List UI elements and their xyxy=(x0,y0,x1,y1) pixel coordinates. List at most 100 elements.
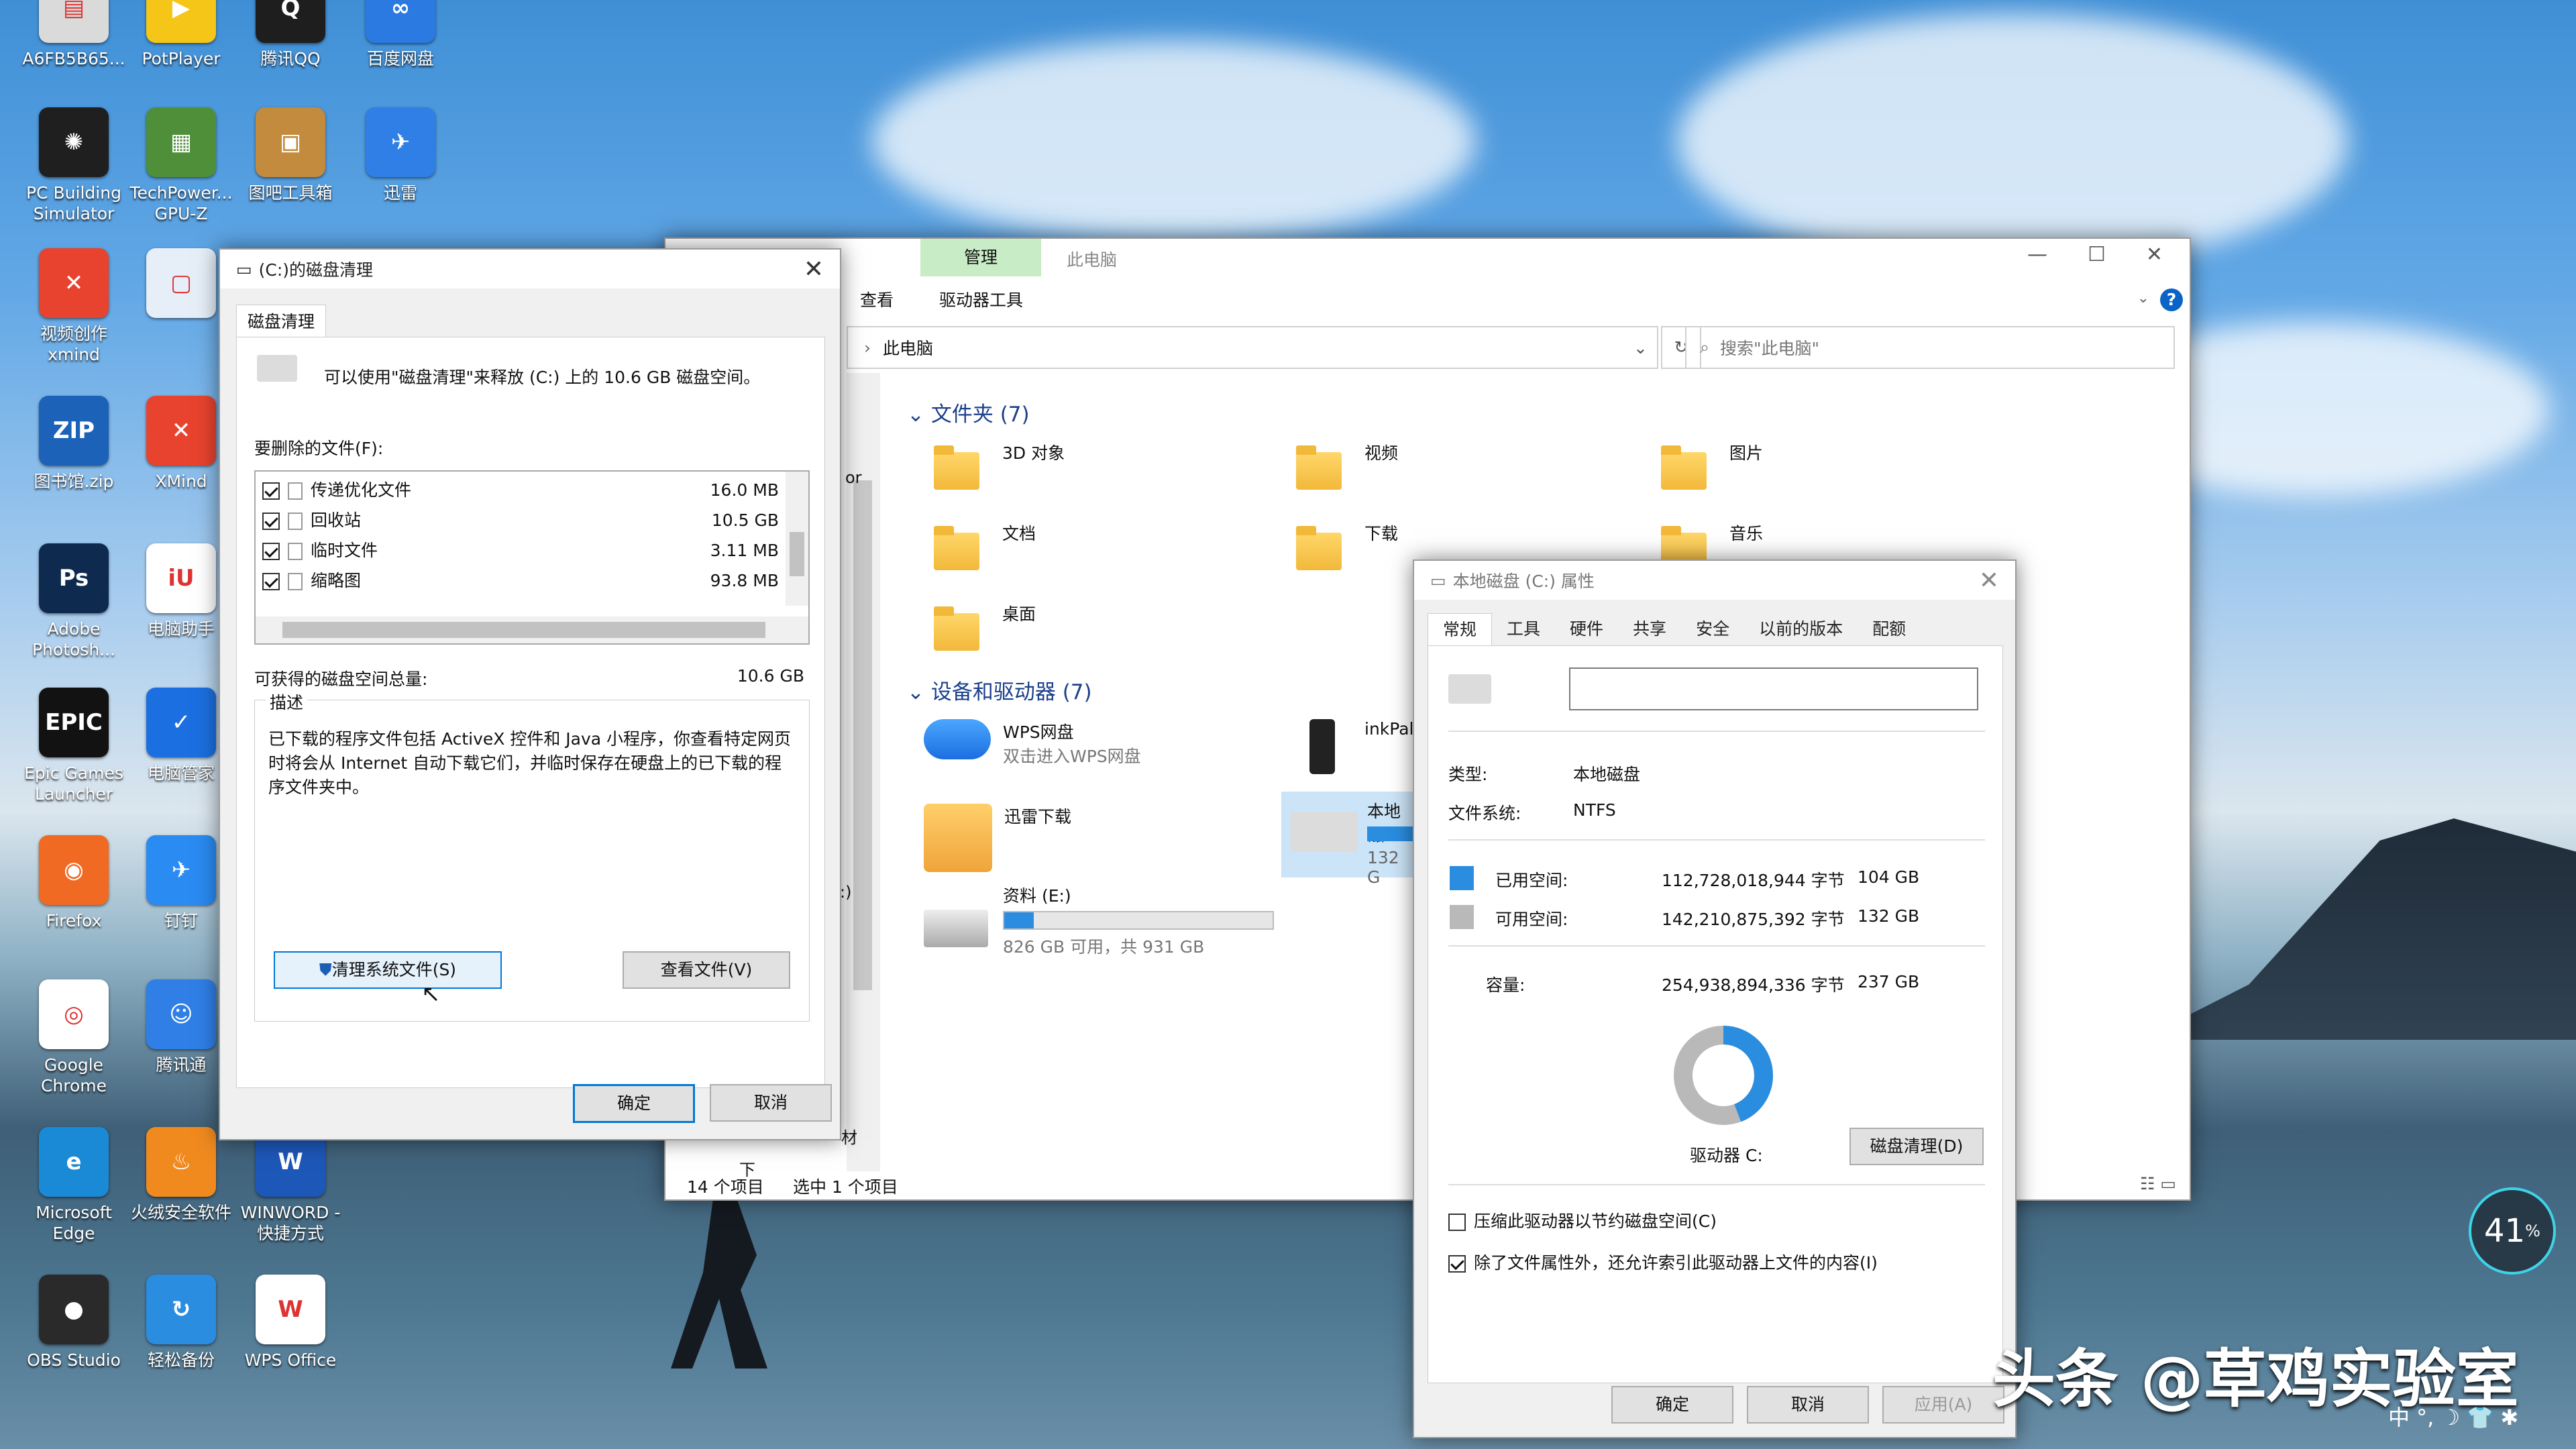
folders-header[interactable]: ⌄ 文件夹 (7) xyxy=(907,397,1030,427)
tab-properties[interactable]: 共享 xyxy=(1618,613,1681,645)
checkbox-icon[interactable] xyxy=(262,573,280,590)
desktop-icon[interactable]: ▶ PotPlayer xyxy=(127,0,235,69)
drive-e[interactable]: 资料 (E:) 826 GB 可用，共 931 GB xyxy=(924,883,1274,958)
disk-cleanup-dialog[interactable]: ▭ (C:)的磁盘清理 ✕ 磁盘清理 可以使用"磁盘清理"来释放 (C:) 上的 … xyxy=(219,248,841,1140)
compress-checkbox[interactable]: 压缩此驱动器以节约磁盘空间(C) xyxy=(1448,1208,1717,1232)
tab-properties[interactable]: 常规 xyxy=(1428,613,1493,645)
desktop-icon[interactable]: ◉ Firefox xyxy=(20,835,127,931)
dialog-titlebar[interactable]: ▭ 本地磁盘 (C:) 属性 xyxy=(1414,561,2015,600)
app-icon: EPIC xyxy=(39,688,109,757)
desktop-icon[interactable]: ↻ 轻松备份 xyxy=(127,1275,235,1371)
desktop-icon[interactable]: ● OBS Studio xyxy=(20,1275,127,1371)
disk-cleanup-button[interactable]: 磁盘清理(D) xyxy=(1849,1128,1984,1165)
desktop-icon[interactable]: Ps Adobe Photosh... xyxy=(20,543,127,660)
chevron-down-icon: ⌄ xyxy=(907,402,924,427)
search-box[interactable]: ⌕ 搜索"此电脑" xyxy=(1685,326,2175,369)
desktop-icon[interactable]: ✕ 视频创作 xmind xyxy=(20,248,127,365)
desktop-icon-label: 视频创作 xmind xyxy=(40,324,107,364)
drive-xunlei[interactable]: 迅雷下载 xyxy=(924,804,1071,872)
dialog-titlebar[interactable]: ▭ (C:)的磁盘清理 xyxy=(220,250,840,288)
tab-properties[interactable]: 配额 xyxy=(1858,613,1921,645)
minimize-icon[interactable]: — xyxy=(2027,243,2047,266)
checkbox-icon[interactable] xyxy=(262,482,280,500)
drive-inkpal[interactable]: inkPal xyxy=(1309,719,1414,774)
folder-item[interactable]: 下载 xyxy=(1296,521,1398,570)
view-files-button[interactable]: 查看文件(V) xyxy=(623,951,790,989)
desktop-icon-label: Google Chrome xyxy=(40,1055,107,1095)
desktop-icon[interactable]: ✺ PC Building Simulator xyxy=(20,107,127,224)
desktop-icon[interactable]: W WPS Office xyxy=(237,1275,344,1371)
tab-disk-cleanup[interactable]: 磁盘清理 xyxy=(236,305,327,338)
drive-free-text: 826 GB 可用，共 931 GB xyxy=(1003,937,1205,957)
help-icon[interactable]: ? xyxy=(2160,288,2183,311)
folder-item[interactable]: 桌面 xyxy=(934,601,1036,651)
desktop-icon[interactable]: W WINWORD - 快捷方式 xyxy=(237,1127,344,1244)
list-horizontal-scrollbar[interactable] xyxy=(256,616,808,643)
close-icon[interactable]: ✕ xyxy=(1975,566,2003,594)
ribbon-tab-manage[interactable]: 管理 xyxy=(920,239,1041,276)
cancel-button[interactable]: 取消 xyxy=(710,1084,832,1122)
list-scrollbar[interactable] xyxy=(786,472,808,606)
drive-wps[interactable]: WPS网盘 双击进入WPS网盘 xyxy=(924,719,1141,767)
performance-gauge[interactable]: 41% xyxy=(2469,1187,2556,1275)
maximize-icon[interactable]: ☐ xyxy=(2088,243,2106,266)
app-icon: ☺ xyxy=(146,979,216,1049)
desktop-icon[interactable]: ▣ 图吧工具箱 xyxy=(237,107,344,203)
tab-properties[interactable]: 硬件 xyxy=(1555,613,1618,645)
desktop-icon[interactable]: ▤ A6FB5B65... xyxy=(20,0,127,69)
desktop-icon-label: 腾讯QQ xyxy=(260,49,321,68)
ribbon-tab-drive-tools[interactable]: 驱动器工具 xyxy=(939,287,1023,311)
drive-local-c-selected[interactable]: 本地磁 132 G xyxy=(1281,792,1415,887)
file-row[interactable]: 回收站 10.5 GB xyxy=(262,506,779,535)
description-label: 描述 xyxy=(266,690,308,714)
index-checkbox[interactable]: 除了文件属性外，还允许索引此驱动器上文件的内容(I) xyxy=(1448,1250,1878,1274)
desktop-icon[interactable]: ✈ 迅雷 xyxy=(347,107,454,203)
system-tray[interactable]: 中 °, ☽ 👕 ✱ xyxy=(2388,1401,2518,1432)
address-bar[interactable]: › 此电脑 ⌄ xyxy=(847,326,1658,369)
search-icon: ⌕ xyxy=(1700,337,1710,357)
apply-button[interactable]: 应用(A) xyxy=(1882,1386,2004,1424)
folder-item[interactable]: 3D 对象 xyxy=(934,440,1065,490)
desktop-icon-label: TechPower... GPU-Z xyxy=(129,183,233,223)
file-row[interactable]: 临时文件 3.11 MB xyxy=(262,536,779,566)
ok-button[interactable]: 确定 xyxy=(1611,1386,1733,1424)
desktop-icon[interactable]: ∞ 百度网盘 xyxy=(347,0,454,69)
ok-button[interactable]: 确定 xyxy=(573,1084,695,1123)
chevron-down-icon[interactable]: ⌄ xyxy=(2137,290,2149,307)
close-icon[interactable]: ✕ xyxy=(800,255,828,283)
desktop-icon[interactable]: ♨ 火绒安全软件 xyxy=(127,1127,235,1223)
view-toggle-icon[interactable]: ☷ ▭ xyxy=(2140,1174,2176,1193)
desktop-icon[interactable]: Q 腾讯QQ xyxy=(237,0,344,69)
desktop-icon[interactable]: EPIC Epic Games Launcher xyxy=(20,688,127,804)
devices-header[interactable]: ⌄ 设备和驱动器 (7) xyxy=(907,675,1092,705)
drive-name-input[interactable] xyxy=(1569,667,1978,710)
folder-item[interactable]: 文档 xyxy=(934,521,1036,570)
folder-item[interactable]: 图片 xyxy=(1661,440,1763,490)
cancel-button[interactable]: 取消 xyxy=(1747,1386,1869,1424)
clean-system-files-button[interactable]: ⛊清理系统文件(S) xyxy=(274,951,502,989)
tab-properties[interactable]: 安全 xyxy=(1681,613,1744,645)
file-size: 10.5 GB xyxy=(711,511,779,530)
folder-item[interactable]: 视频 xyxy=(1296,440,1398,490)
window-controls: — ☐ ✕ xyxy=(2027,243,2163,266)
file-row[interactable]: 缩略图 93.8 MB xyxy=(262,566,779,596)
desktop-icon[interactable]: ZIP 图书馆.zip xyxy=(20,396,127,492)
general-panel: 类型: 本地磁盘 文件系统: NTFS 已用空间: 112,728,018,94… xyxy=(1428,645,2003,1383)
checkbox-icon[interactable] xyxy=(262,513,280,530)
tab-properties[interactable]: 工具 xyxy=(1492,613,1555,645)
nav-pane-scrollbar[interactable] xyxy=(847,373,880,1171)
desktop-icon-label: Epic Games Launcher xyxy=(24,763,123,804)
close-icon[interactable]: ✕ xyxy=(2146,243,2163,266)
desktop-icon[interactable]: e Microsoft Edge xyxy=(20,1127,127,1244)
drive-properties-dialog[interactable]: ▭ 本地磁盘 (C:) 属性 ✕ 常规 工具 硬件 共享 安全 以前的版本 配额 类型: 本地… xyxy=(1413,559,2017,1438)
checkbox-icon[interactable] xyxy=(262,543,280,560)
files-list[interactable]: 传递优化文件 16.0 MB 回收站 10.5 GB 临时文件 3.11 MB 缩略图 93.… xyxy=(254,470,810,645)
file-row[interactable]: 传递优化文件 16.0 MB xyxy=(262,476,779,505)
chevron-down-icon[interactable]: ⌄ xyxy=(1633,338,1648,358)
file-size: 3.11 MB xyxy=(710,541,779,560)
desktop-icon[interactable]: ▦ TechPower... GPU-Z xyxy=(127,107,235,224)
tab-properties[interactable]: 以前的版本 xyxy=(1744,613,1858,645)
desktop-icon[interactable]: ◎ Google Chrome xyxy=(20,979,127,1096)
filesystem-label: 文件系统: xyxy=(1448,804,1521,823)
ribbon-tab-view[interactable]: 查看 xyxy=(860,287,894,311)
